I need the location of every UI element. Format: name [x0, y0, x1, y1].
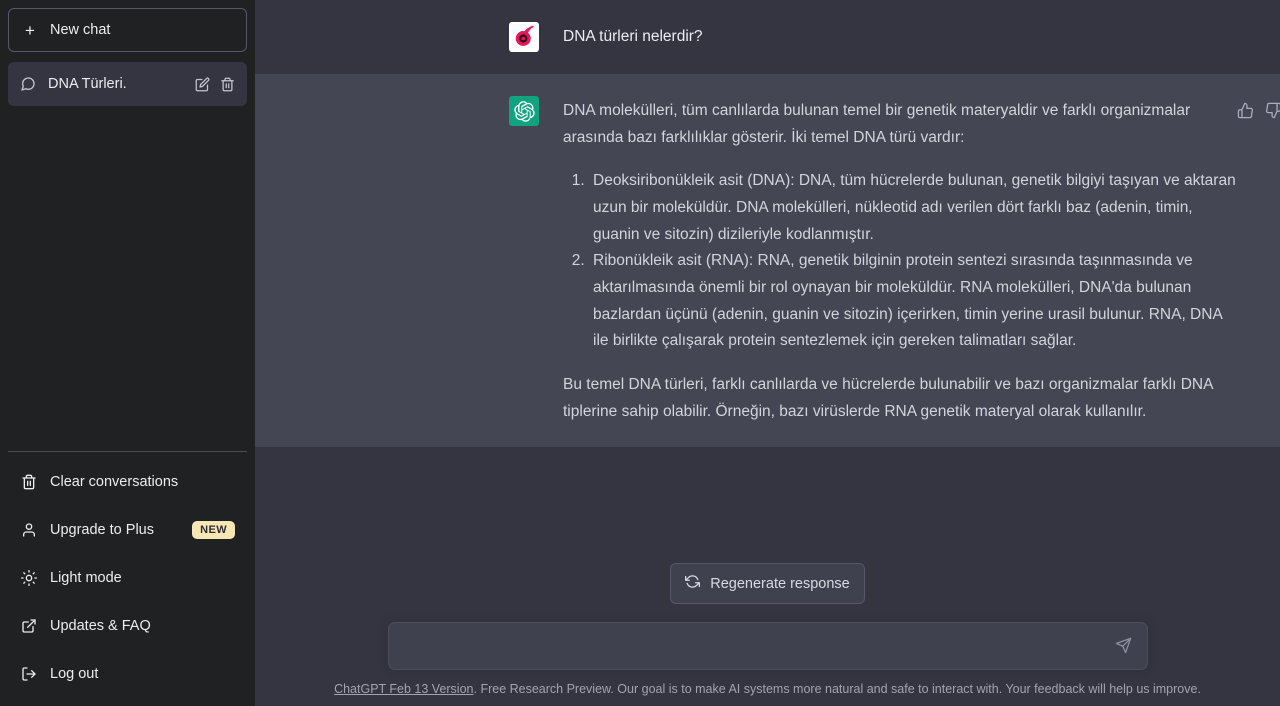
feedback-actions — [1235, 100, 1280, 121]
footer-text: . Free Research Preview. Our goal is to … — [473, 682, 1201, 696]
prompt-input[interactable] — [388, 623, 1147, 669]
sidebar-item-label: Updates & FAQ — [50, 618, 151, 634]
list-item: Ribonükleik asit (RNA): RNA, genetik bil… — [589, 248, 1240, 355]
sidebar-bottom-menu: Clear conversations Upgrade to Plus NEW — [8, 451, 247, 698]
conversation-actions — [195, 77, 235, 92]
thumbs-down-icon[interactable] — [1263, 100, 1280, 121]
conversation-item-dna-turleri[interactable]: DNA Türleri. — [8, 62, 247, 106]
assistant-ordered-list: Deoksiribonükleik asit (DNA): DNA, tüm h… — [563, 168, 1240, 355]
regenerate-label: Regenerate response — [710, 575, 850, 592]
user-message: DNA türleri nelerdir? — [255, 0, 1280, 74]
logout-icon — [20, 666, 38, 682]
sidebar-item-upgrade-to-plus[interactable]: Upgrade to Plus NEW — [8, 506, 247, 554]
sidebar: + New chat DNA Türleri. Clear conversati… — [0, 0, 255, 706]
status-badge-new: NEW — [192, 521, 235, 539]
sidebar-item-label: Log out — [50, 666, 99, 682]
sidebar-item-label: Upgrade to Plus — [50, 522, 154, 538]
sidebar-item-clear-conversations[interactable]: Clear conversations — [8, 458, 247, 506]
input-row — [255, 622, 1280, 670]
list-item: Deoksiribonükleik asit (DNA): DNA, tüm h… — [589, 168, 1240, 248]
conversation-title: DNA Türleri. — [48, 76, 127, 92]
openai-logo-icon — [513, 100, 535, 122]
chat-bubble-icon — [20, 76, 36, 92]
thumbs-up-icon[interactable] — [1235, 100, 1256, 121]
trash-icon — [20, 474, 38, 490]
assistant-message-text: DNA molekülleri, tüm canlılarda bulunan … — [563, 96, 1240, 425]
user-message-inner: DNA türleri nelerdir? — [255, 22, 1280, 52]
user-icon — [20, 522, 38, 538]
user-message-text: DNA türleri nelerdir? — [563, 28, 703, 45]
conversation-list: DNA Türleri. — [8, 62, 247, 106]
new-chat-label: New chat — [50, 22, 111, 38]
regenerate-response-button[interactable]: Regenerate response — [670, 563, 865, 604]
chatgpt-app: + New chat DNA Türleri. Clear conversati… — [0, 0, 1280, 706]
sidebar-item-log-out[interactable]: Log out — [8, 650, 247, 698]
assistant-outro-paragraph: Bu temel DNA türleri, farklı canlılarda … — [563, 375, 1213, 420]
external-link-icon — [20, 618, 38, 634]
assistant-intro-paragraph: DNA molekülleri, tüm canlılarda bulunan … — [563, 102, 1191, 146]
prompt-input-wrapper — [387, 622, 1148, 670]
user-avatar — [509, 22, 539, 52]
assistant-avatar — [509, 96, 539, 126]
footer-disclaimer: ChatGPT Feb 13 Version. Free Research Pr… — [255, 670, 1280, 706]
new-chat-button[interactable]: + New chat — [8, 8, 247, 52]
chat-main: DNA türleri nelerdir? DNA molekülleri, t… — [255, 0, 1280, 706]
sun-icon — [20, 570, 38, 586]
sidebar-item-label: Clear conversations — [50, 474, 179, 490]
regenerate-row: Regenerate response — [255, 563, 1280, 604]
trash-icon[interactable] — [220, 77, 235, 92]
assistant-message-inner: DNA molekülleri, tüm canlılarda bulunan … — [255, 96, 1280, 425]
send-icon[interactable] — [1111, 632, 1137, 658]
sidebar-item-label: Light mode — [50, 570, 122, 586]
refresh-icon — [685, 574, 701, 593]
sidebar-item-updates-and-faq[interactable]: Updates & FAQ — [8, 602, 247, 650]
sidebar-item-light-mode[interactable]: Light mode — [8, 554, 247, 602]
assistant-message: DNA molekülleri, tüm canlılarda bulunan … — [255, 74, 1280, 448]
plus-icon: + — [25, 20, 35, 40]
edit-icon[interactable] — [195, 77, 210, 92]
composer-area: Regenerate response ChatGPT Feb 13 Versi… — [255, 563, 1280, 706]
version-link[interactable]: ChatGPT Feb 13 Version — [334, 682, 473, 696]
user-avatar-logo-icon — [515, 25, 534, 46]
